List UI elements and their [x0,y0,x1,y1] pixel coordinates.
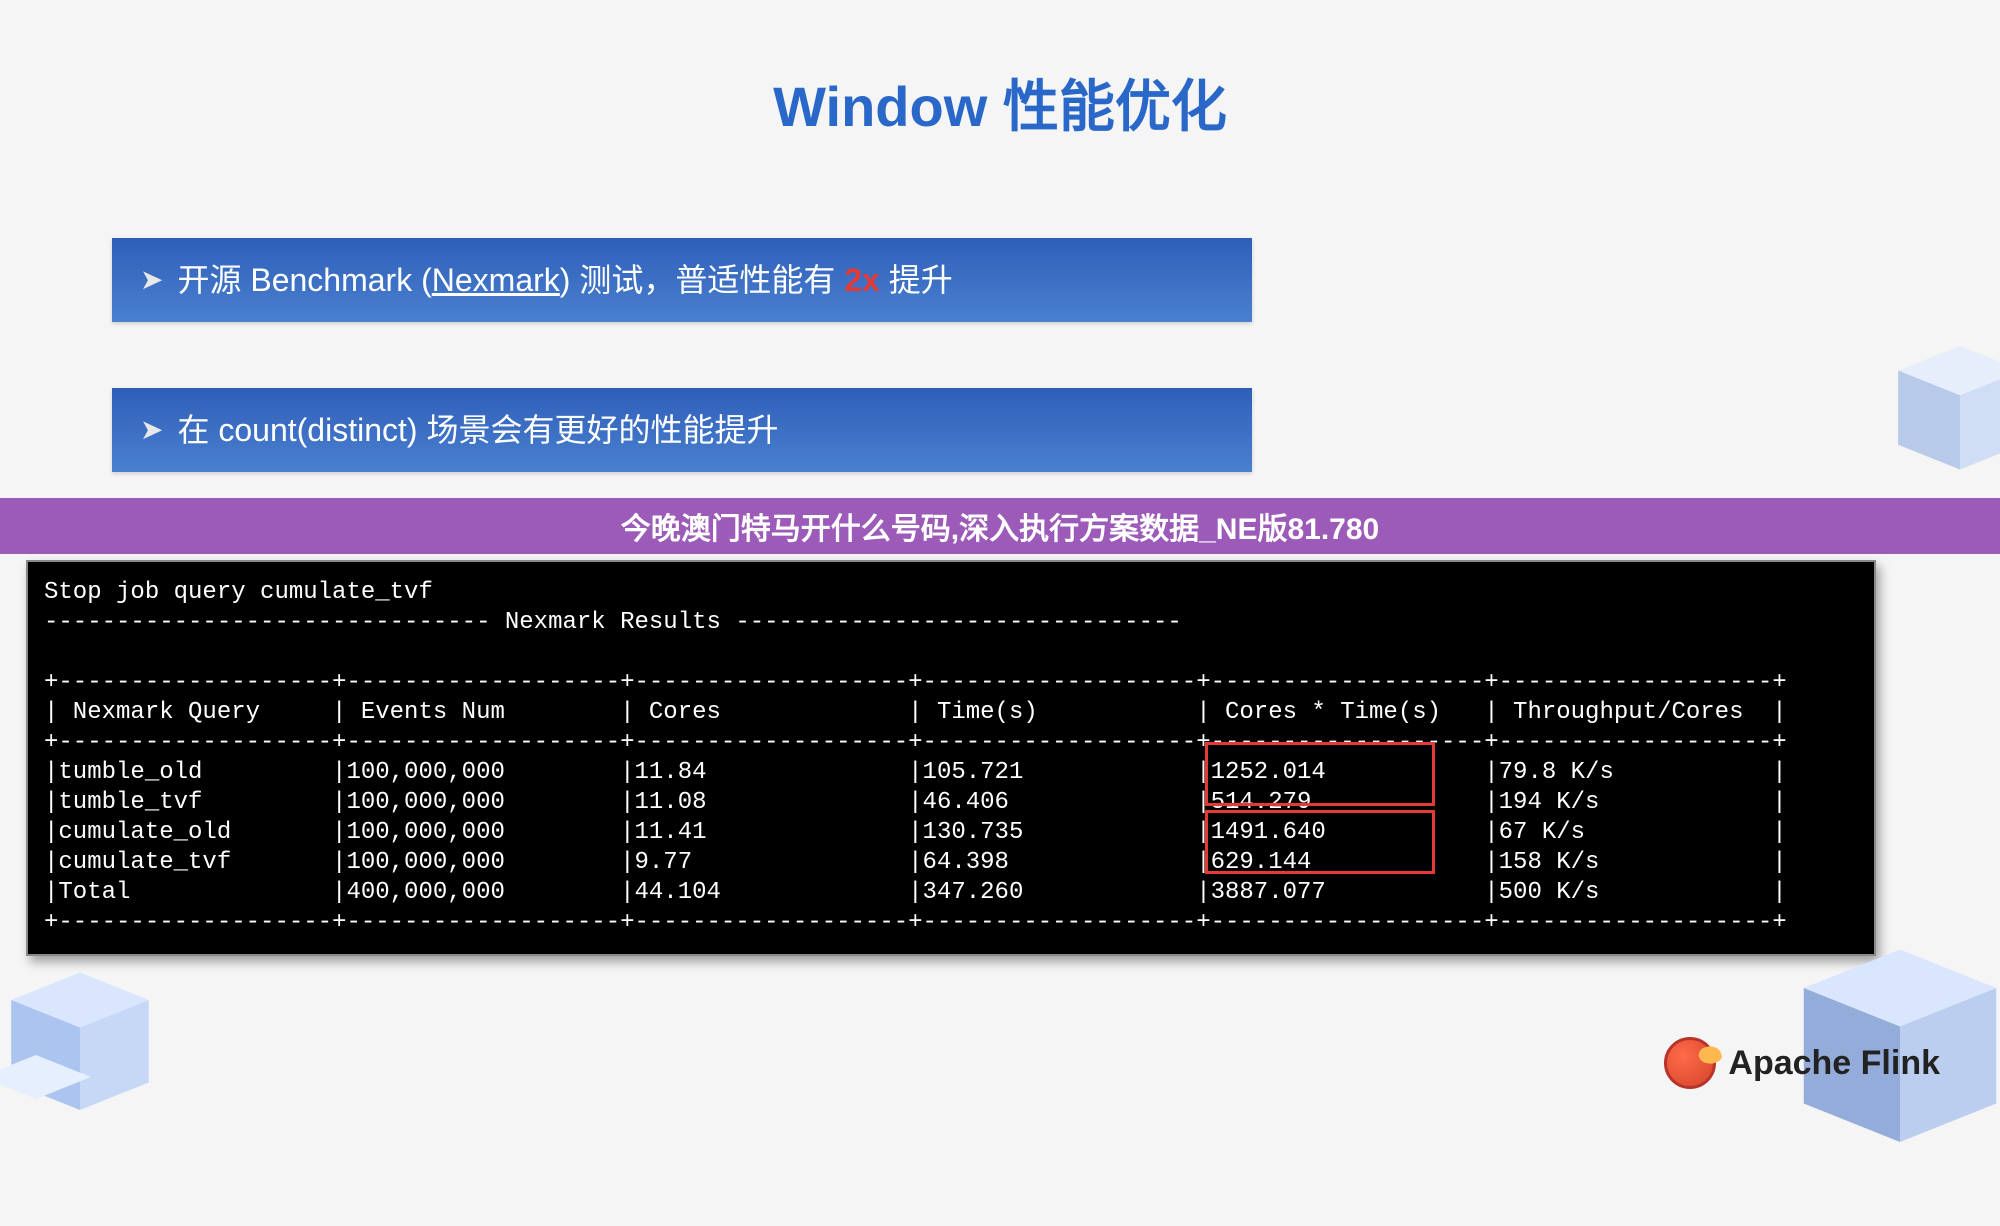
bullet-1-prefix: 开源 Benchmark ( [177,262,431,298]
bullet-1-text: 开源 Benchmark (Nexmark) 测试，普适性能有 2x 提升 [177,256,952,304]
bullet-1-highlight: 2x [844,262,880,298]
flink-logo-icon [1664,1037,1716,1089]
decoration-cubes-left [0,945,220,1165]
decoration-cubes-right-top [1834,321,2000,519]
nexmark-link[interactable]: Nexmark [432,262,560,298]
bullet-1: ➤ 开源 Benchmark (Nexmark) 测试，普适性能有 2x 提升 [112,238,1252,322]
terminal-output: Stop job query cumulate_tvf ------------… [26,560,1876,956]
page-title: Window 性能优化 [0,62,2000,143]
bullet-1-suffix: 提升 [880,262,953,298]
bullet-2-text: 在 count(distinct) 场景会有更好的性能提升 [177,406,778,454]
brand-name: Apache Flink [1728,1044,1940,1083]
bullet-1-mid: ) 测试，普适性能有 [560,262,844,298]
bullet-2: ➤ 在 count(distinct) 场景会有更好的性能提升 [112,388,1252,472]
overlay-banner: 今晚澳门特马开什么号码,深入执行方案数据_NE版81.780 [0,498,2000,554]
chevron-right-icon: ➤ [140,259,163,301]
brand-footer: Apache Flink [1664,1037,1940,1089]
chevron-right-icon: ➤ [140,409,163,451]
